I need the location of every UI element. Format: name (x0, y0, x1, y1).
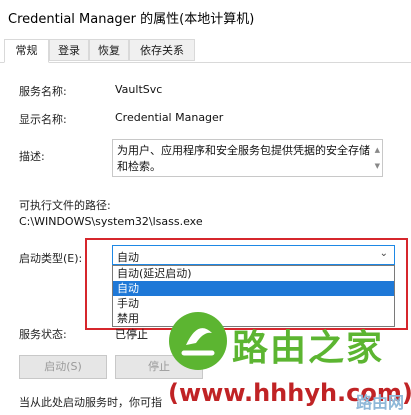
tab-panel-border (0, 62, 411, 63)
display-name-value: Credential Manager (115, 111, 224, 124)
chevron-down-icon[interactable]: ⌄ (380, 248, 388, 259)
tab-general[interactable]: 常规 (4, 39, 49, 63)
service-status-label: 服务状态: (19, 328, 67, 341)
window-title: Credential Manager 的属性(本地计算机) (8, 12, 255, 27)
exe-path-value: C:\WINDOWS\system32\lsass.exe (19, 215, 203, 228)
startup-type-label: 启动类型(E): (19, 252, 83, 265)
option-auto[interactable]: 自动 (113, 281, 394, 296)
title-bar: Credential Manager 的属性(本地计算机) (0, 0, 411, 33)
description-text: 为用户、应用程序和安全服务包提供凭据的安全存储和检索。 (117, 144, 370, 173)
tab-logon[interactable]: 登录 (49, 39, 89, 61)
display-name-label: 显示名称: (19, 113, 67, 126)
footer-hint: 当从此处启动服务时，你可指 (19, 396, 162, 409)
tab-dependencies[interactable]: 依存关系 (129, 39, 195, 61)
scroll-up-icon[interactable]: ▲ (375, 142, 380, 158)
scroll-down-icon[interactable]: ▼ (375, 158, 380, 174)
tab-strip: 常规 登录 恢复 依存关系 (0, 39, 411, 63)
startup-type-select[interactable]: 自动 ⌄ (112, 245, 395, 265)
tab-recovery[interactable]: 恢复 (89, 39, 129, 61)
start-button[interactable]: 启动(S) (19, 355, 107, 379)
option-auto-delayed[interactable]: 自动(延迟启动) (113, 266, 394, 281)
startup-type-value: 自动 (117, 251, 139, 264)
watermark-small: 路由网 (356, 393, 405, 412)
service-status-value: 已停止 (115, 328, 148, 341)
service-name-value: VaultSvc (115, 83, 163, 96)
description-label: 描述: (19, 150, 45, 163)
exe-path-label: 可执行文件的路径: (19, 199, 111, 212)
service-name-label: 服务名称: (19, 85, 67, 98)
router-logo-icon (169, 312, 227, 370)
description-box[interactable]: 为用户、应用程序和安全服务包提供凭据的安全存储和检索。 ▲ ▼ (112, 139, 383, 177)
watermark: 路由之家 (www.hhhyh.com) 路由网 (160, 305, 411, 415)
watermark-brand: 路由之家 (232, 328, 385, 369)
